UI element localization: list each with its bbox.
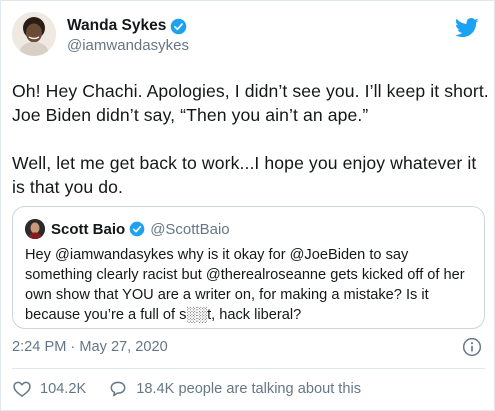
author-name-row: Wanda Sykes (67, 16, 187, 36)
quoted-tweet-text: Hey @iamwandasykes why is it okay for @J… (25, 247, 465, 323)
like-button[interactable]: 104.2K (12, 379, 86, 399)
quoted-author-handle: @ScottBaio (150, 220, 230, 238)
author-name[interactable]: Wanda Sykes (67, 17, 166, 35)
heart-icon (13, 381, 31, 397)
quoted-author-name: Scott Baio (51, 220, 126, 238)
reply-button[interactable]: 18.4K people are talking about this (108, 379, 361, 399)
quoted-author-avatar (25, 219, 45, 239)
tweet-card: Wanda Sykes @iamwandasykes Oh! Hey Chach… (0, 0, 495, 411)
twitter-bird-icon[interactable] (455, 18, 479, 38)
tweet-timestamp[interactable]: 2:24 PM · May 27, 2020 (12, 339, 168, 355)
verified-badge-icon (171, 18, 187, 34)
replies-text: 18.4K people are talking about this (136, 381, 362, 397)
tweet-header: Wanda Sykes @iamwandasykes (12, 12, 485, 66)
quoted-author-row: Scott Baio @ScottBaio (51, 219, 230, 239)
speech-bubble-icon (110, 381, 126, 397)
verified-badge-icon (129, 221, 145, 237)
tweet-text: Oh! Hey Chachi. Apologies, I didn’t see … (12, 81, 489, 197)
tweet-actions: 104.2K 18.4K people are talking about th… (12, 377, 383, 401)
actions-divider (12, 368, 485, 369)
author-avatar[interactable] (12, 12, 56, 56)
like-count: 104.2K (40, 381, 87, 397)
author-handle[interactable]: @iamwandasykes (67, 37, 189, 54)
info-icon[interactable] (462, 337, 482, 357)
quoted-tweet[interactable]: Scott Baio @ScottBaio Hey @iamwandasykes… (12, 206, 485, 329)
